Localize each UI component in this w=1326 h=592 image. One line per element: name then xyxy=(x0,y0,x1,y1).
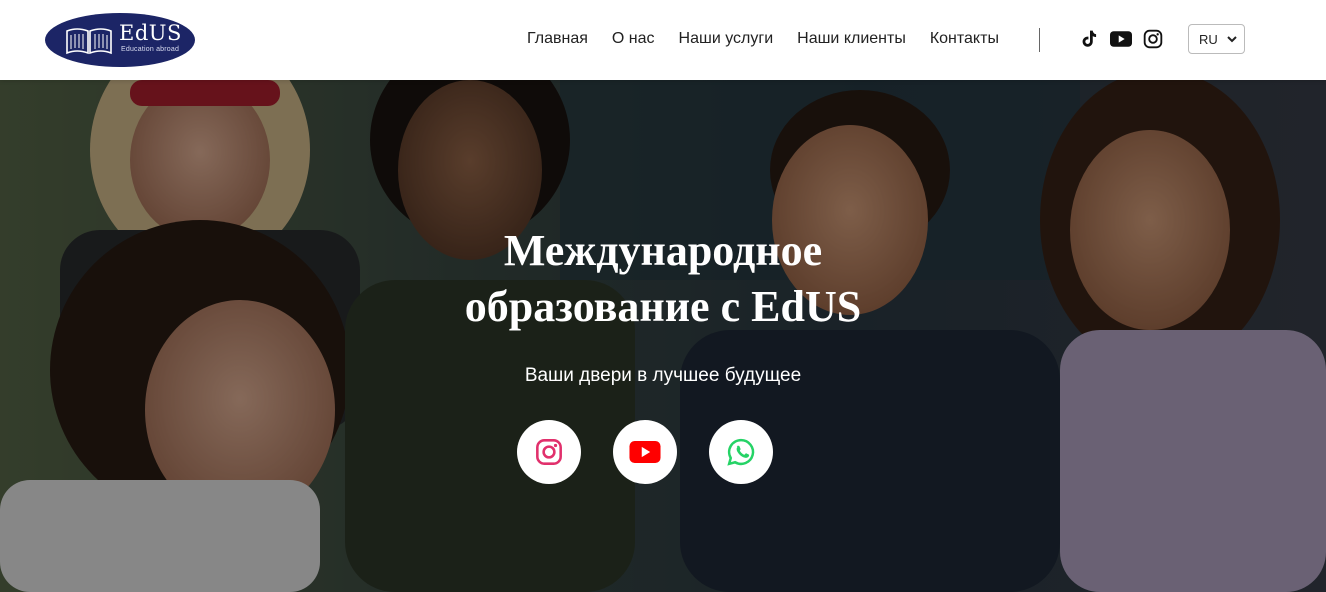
whatsapp-icon xyxy=(727,438,755,466)
hero-title-line2: образование с EdUS xyxy=(464,282,862,331)
nav-item-about[interactable]: О нас xyxy=(600,28,667,50)
hero-dark-overlay xyxy=(0,80,1326,592)
youtube-icon xyxy=(629,441,661,463)
main-nav: Главная О нас Наши услуги Наши клиенты К… xyxy=(515,28,1011,50)
site-header: EdUS Education abroad Главная О нас Наши… xyxy=(0,0,1326,80)
book-icon xyxy=(66,28,112,55)
header-social-links xyxy=(1078,28,1164,50)
nav-item-services[interactable]: Наши услуги xyxy=(667,28,786,50)
instagram-icon[interactable] xyxy=(1142,28,1164,50)
nav-item-home[interactable]: Главная xyxy=(515,28,600,50)
chevron-down-icon xyxy=(1227,36,1237,43)
language-selected: RU xyxy=(1199,31,1218,47)
logo-name: EdUS xyxy=(119,21,182,45)
youtube-icon[interactable] xyxy=(1110,28,1132,50)
tiktok-icon[interactable] xyxy=(1078,28,1100,50)
hero-subtitle: Ваши двери в лучшее будущее xyxy=(524,365,802,386)
hero-title-line1: Международное xyxy=(503,226,823,275)
site-logo[interactable]: EdUS Education abroad xyxy=(45,13,195,67)
nav-item-clients[interactable]: Наши клиенты xyxy=(785,28,918,50)
nav-item-contacts[interactable]: Контакты xyxy=(918,28,1011,50)
youtube-button[interactable] xyxy=(613,420,677,484)
language-select[interactable]: RU xyxy=(1188,24,1245,54)
whatsapp-button[interactable] xyxy=(709,420,773,484)
logo-tagline: Education abroad xyxy=(121,46,180,53)
instagram-icon xyxy=(536,439,562,465)
header-divider xyxy=(1039,28,1040,52)
hero-section: Международное образование с EdUS Ваши дв… xyxy=(0,80,1326,592)
instagram-button[interactable] xyxy=(517,420,581,484)
hero-social-buttons xyxy=(517,420,773,484)
hero-title: Международное образование с EdUS xyxy=(363,223,963,335)
